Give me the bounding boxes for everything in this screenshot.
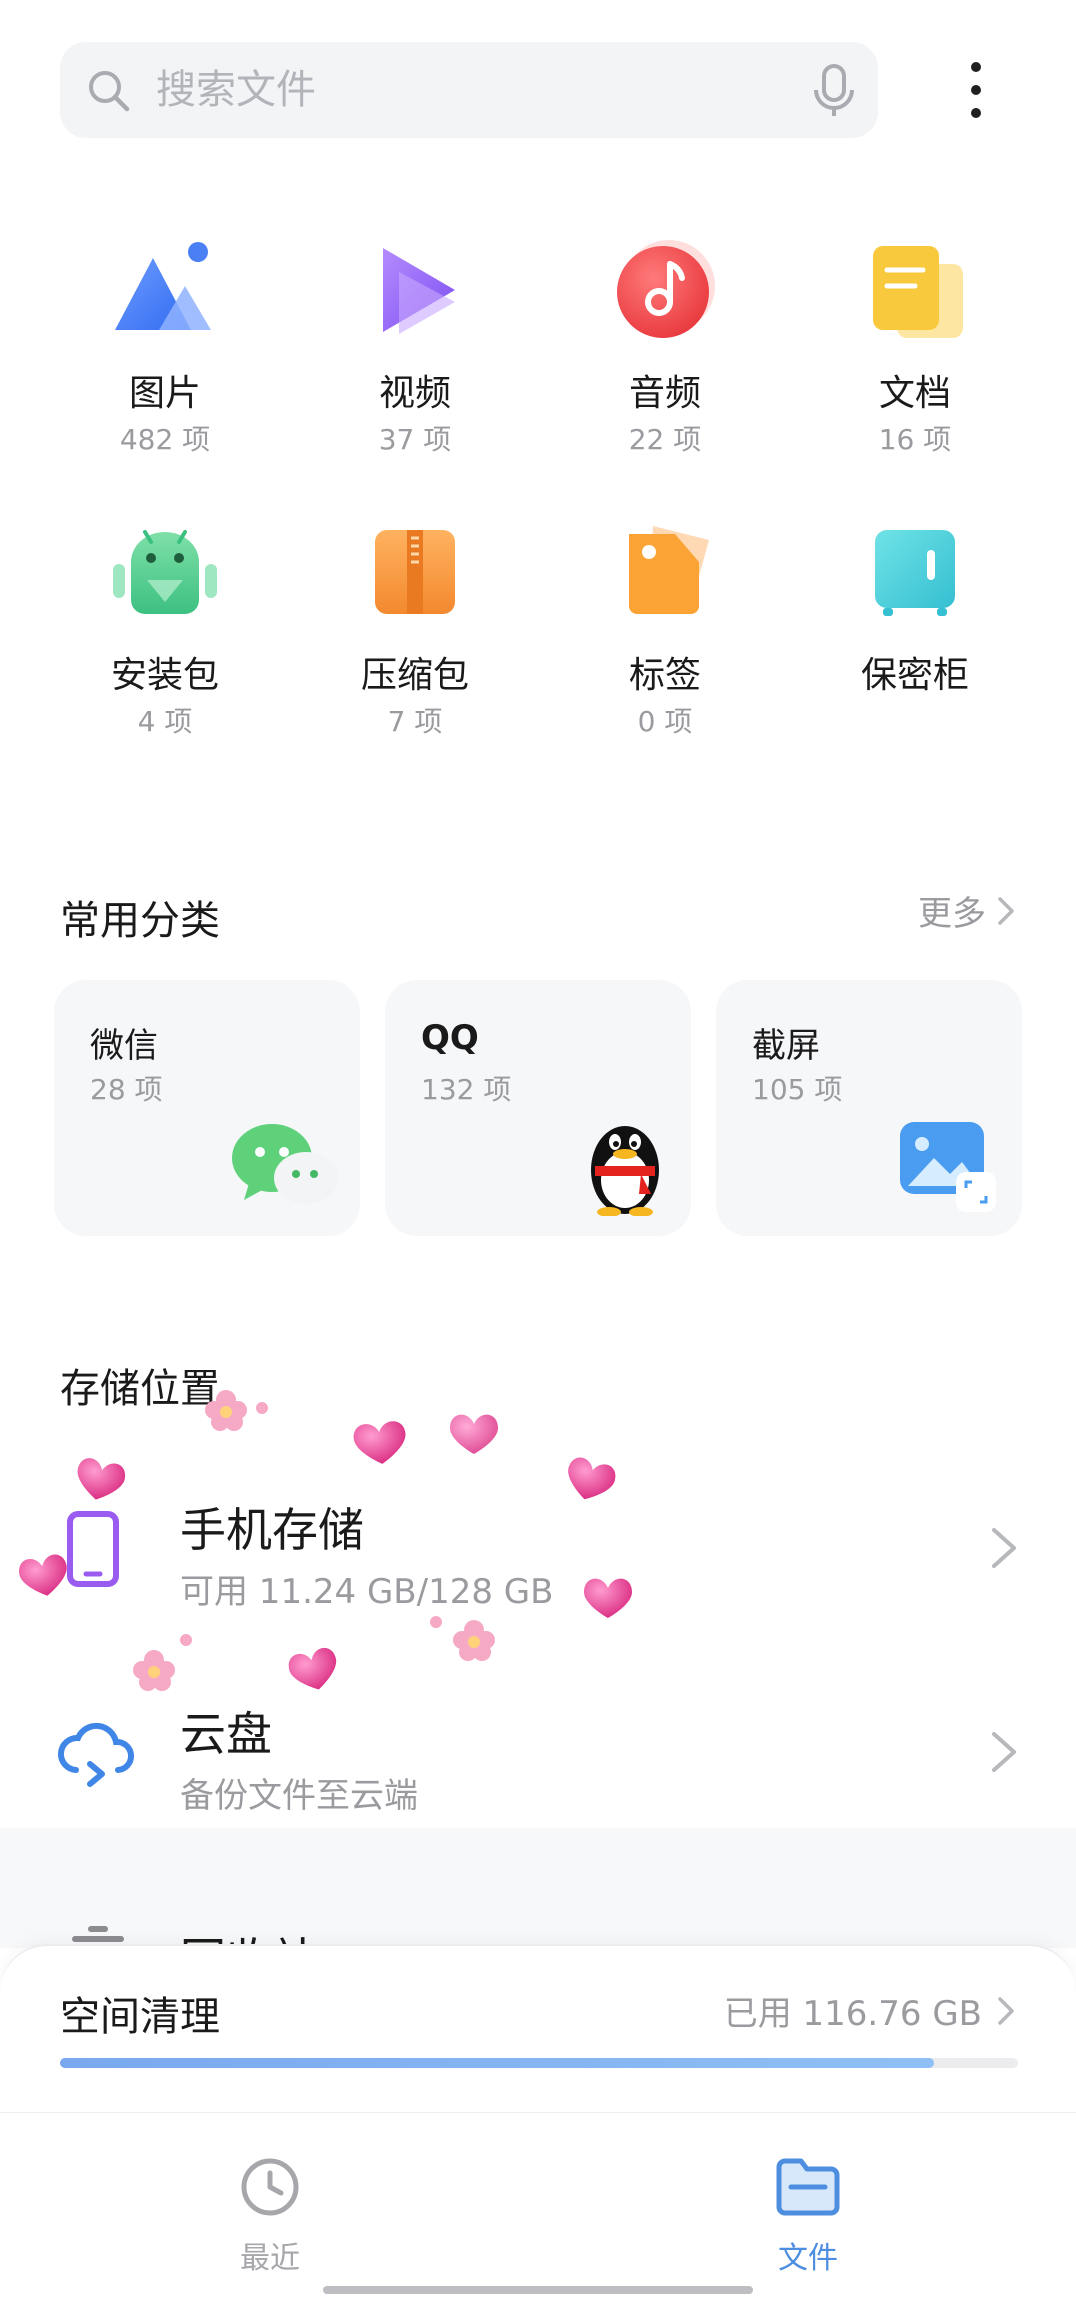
category-count: 0 项 — [637, 705, 693, 738]
more-link[interactable]: 更多 — [918, 886, 1016, 935]
recycle-bin-row[interactable]: 回收站 — [0, 1828, 1076, 1987]
storage-progress-bar — [60, 2058, 1018, 2068]
category-count: 22 项 — [628, 423, 702, 456]
phone-icon — [67, 1511, 119, 1587]
space-cleanup-panel[interactable]: 空间清理 已用 116.76 GB — [0, 1944, 1076, 2114]
chevron-right-icon — [992, 1528, 1016, 1568]
search-placeholder: 搜索文件 — [156, 67, 316, 113]
chevron-right-icon — [998, 896, 1014, 925]
search-bar[interactable]: 搜索文件 — [60, 42, 878, 138]
storage-name: 云盘 — [180, 1707, 272, 1761]
category-count: 4 项 — [137, 705, 193, 738]
card-wechat[interactable]: 微信 28 项 — [54, 980, 360, 1236]
card-name: 微信 — [90, 1026, 158, 1066]
video-play-icon — [383, 248, 455, 334]
storage-row-phone[interactable]: 手机存储 可用 11.24 GB/128 GB — [0, 1464, 1076, 1634]
category-name: 安装包 — [110, 655, 219, 696]
card-screenshots[interactable]: 截屏 105 项 — [716, 980, 1022, 1236]
cloud-sync-icon — [58, 1722, 135, 1787]
category-name: 压缩包 — [360, 655, 469, 696]
qq-penguin-icon — [591, 1126, 659, 1216]
clock-icon — [241, 2158, 299, 2216]
storage-name: 手机存储 — [180, 1503, 364, 1557]
home-indicator[interactable] — [323, 2286, 753, 2294]
category-images[interactable]: 图片 482 项 — [40, 230, 290, 458]
category-count: 7 项 — [387, 705, 443, 738]
screenshot-icon — [900, 1122, 996, 1212]
storage-description: 备份文件至云端 — [180, 1776, 418, 1816]
microphone-icon[interactable] — [804, 60, 864, 120]
category-videos[interactable]: 视频 37 项 — [290, 230, 540, 458]
category-count: 37 项 — [378, 423, 452, 456]
category-name: 图片 — [128, 373, 201, 414]
android-icon — [113, 530, 217, 614]
used-space-label: 已用 116.76 GB — [723, 1994, 982, 2034]
category-apk[interactable]: 安装包 4 项 — [40, 512, 290, 740]
card-count: 28 项 — [90, 1073, 163, 1106]
zip-archive-icon — [375, 530, 455, 614]
tab-files[interactable]: 文件 — [708, 2155, 908, 2277]
category-tags[interactable]: 标签 0 项 — [540, 512, 790, 740]
bottom-navigation: 最近 文件 — [0, 2112, 1076, 2300]
category-name: 保密柜 — [860, 655, 969, 696]
card-name: QQ — [421, 1018, 479, 1058]
document-icon — [873, 246, 963, 338]
category-name: 视频 — [378, 373, 451, 414]
section-title-storage: 存储位置 — [60, 1366, 220, 1412]
cleanup-title: 空间清理 — [60, 1994, 220, 2040]
music-note-icon — [617, 240, 715, 338]
storage-progress-fill — [60, 2058, 934, 2068]
category-safe[interactable]: 保密柜 — [790, 512, 1040, 698]
chevron-right-icon — [998, 1996, 1014, 2025]
safe-box-icon — [875, 530, 955, 616]
storage-row-cloud[interactable]: 云盘 备份文件至云端 — [0, 1668, 1076, 1838]
category-archives[interactable]: 压缩包 7 项 — [290, 512, 540, 740]
more-options-icon[interactable] — [950, 52, 1002, 128]
category-name: 标签 — [628, 655, 701, 696]
cleanup-usage: 已用 116.76 GB — [724, 1986, 1016, 2035]
section-title-common: 常用分类 — [60, 898, 220, 944]
category-count: 16 项 — [878, 423, 952, 456]
card-name: 截屏 — [752, 1026, 820, 1066]
wechat-icon — [232, 1124, 338, 1204]
storage-capacity: 可用 11.24 GB/128 GB — [180, 1572, 554, 1612]
category-count: 482 项 — [119, 423, 211, 456]
tab-label: 最近 — [240, 2241, 300, 2276]
card-count: 132 项 — [421, 1073, 512, 1106]
category-audio[interactable]: 音频 22 项 — [540, 230, 790, 458]
category-name: 文档 — [878, 373, 951, 414]
card-count: 105 项 — [752, 1073, 843, 1106]
tag-icon — [629, 526, 709, 614]
category-name: 音频 — [628, 373, 701, 414]
category-documents[interactable]: 文档 16 项 — [790, 230, 1040, 458]
image-icon — [115, 242, 211, 330]
chevron-right-icon — [992, 1732, 1016, 1772]
folder-icon — [776, 2158, 840, 2216]
tab-label: 文件 — [778, 2241, 838, 2276]
more-label: 更多 — [918, 894, 986, 934]
search-icon — [89, 71, 130, 112]
tab-recent[interactable]: 最近 — [170, 2155, 370, 2277]
card-qq[interactable]: QQ 132 项 — [385, 980, 691, 1236]
